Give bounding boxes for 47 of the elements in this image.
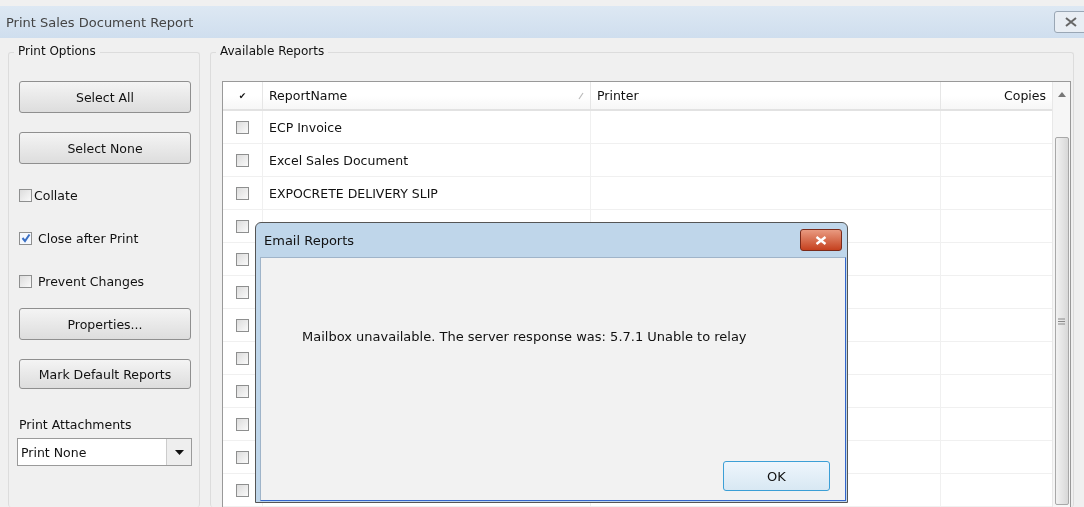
report-name: EXPOCRETE DELIVERY SLIP: [269, 185, 438, 201]
row-checkbox[interactable]: [236, 483, 249, 497]
column-header[interactable]: Printer: [591, 82, 941, 109]
option-button[interactable]: Select None: [19, 132, 191, 164]
checkbox[interactable]: [19, 188, 32, 202]
window-title: Print Sales Document Report: [6, 14, 194, 30]
ok-button[interactable]: OK: [723, 461, 830, 491]
option-button[interactable]: Mark Default Reports: [19, 359, 191, 389]
scroll-thumb[interactable]: [1054, 137, 1069, 505]
row-checkbox[interactable]: [236, 384, 249, 398]
dialog-title: Email Reports: [264, 232, 355, 248]
dropdown-arrow-icon: [174, 449, 184, 455]
attachments-dropdown[interactable]: Print None: [17, 438, 192, 466]
row-checkbox[interactable]: [236, 219, 249, 233]
report-name: ECP Invoice: [269, 119, 342, 135]
option-button[interactable]: Properties...: [19, 308, 191, 340]
row-checkbox[interactable]: [236, 153, 249, 167]
row-checkbox[interactable]: [236, 120, 249, 134]
row-checkbox[interactable]: [236, 318, 249, 332]
group-title: Available Reports: [216, 44, 329, 58]
scroll-up-icon: [1057, 92, 1066, 97]
vertical-scrollbar[interactable]: [1052, 82, 1070, 507]
column-header[interactable]: Copies: [941, 82, 1052, 109]
close-button[interactable]: [800, 229, 842, 251]
checkbox-label: Close after Print: [38, 230, 139, 246]
row-checkbox[interactable]: [236, 450, 249, 464]
checkbox[interactable]: [19, 274, 32, 288]
close-icon: [1065, 17, 1077, 27]
option-button[interactable]: Select All: [19, 81, 191, 113]
close-button[interactable]: [1054, 11, 1084, 33]
error-message: Mailbox unavailable. The server response was: 5.7.1 Unable to relay: [302, 329, 748, 344]
row-checkbox[interactable]: [236, 186, 249, 200]
column-header[interactable]: ✔: [223, 82, 263, 109]
checkbox-label: Prevent Changes: [38, 273, 145, 289]
row-checkbox[interactable]: [236, 417, 249, 431]
row-checkbox[interactable]: [236, 252, 249, 266]
grip-icon: [1058, 317, 1065, 325]
row-checkbox[interactable]: [236, 351, 249, 365]
checkbox[interactable]: [19, 231, 32, 245]
report-name: Excel Sales Document: [269, 152, 409, 168]
group-title: Print Options: [14, 44, 100, 58]
field-label: Print Attachments: [19, 417, 132, 432]
close-icon: [815, 235, 827, 245]
column-header[interactable]: ReportName: [263, 82, 591, 109]
sort-icon: [578, 91, 584, 100]
row-checkbox[interactable]: [236, 285, 249, 299]
checkbox-label: Collate: [34, 187, 78, 203]
